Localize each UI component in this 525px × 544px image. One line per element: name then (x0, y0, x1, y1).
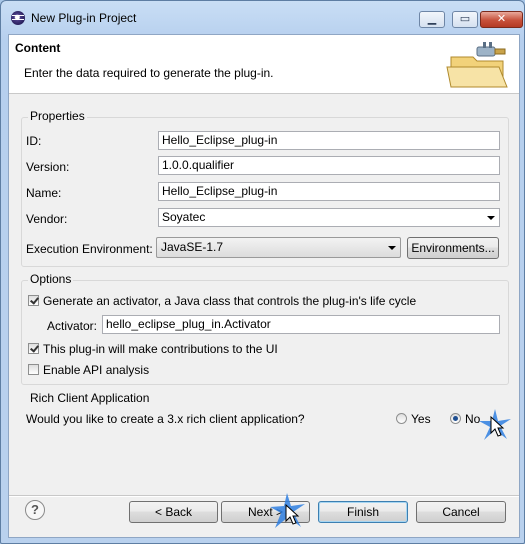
version-field[interactable]: 1.0.0.qualifier (158, 156, 500, 175)
button-bar-separator (9, 495, 519, 497)
name-field[interactable]: Hello_Eclipse_plug-in (158, 182, 500, 201)
rich-client-group-label: Rich Client Application (28, 391, 152, 405)
generate-activator-checkbox[interactable] (28, 295, 39, 306)
click-highlight-icon (479, 409, 511, 440)
vendor-value: Soyatec (162, 210, 206, 224)
back-button[interactable]: < Back (129, 501, 218, 523)
chevron-down-icon[interactable] (487, 216, 495, 220)
ui-contributions-label: This plug-in will make contributions to … (43, 342, 278, 356)
name-label: Name: (26, 186, 62, 200)
title-bar[interactable]: New Plug-in Project ▁ ▭ ✕ (1, 1, 524, 35)
version-label: Version: (26, 160, 70, 174)
environments-button[interactable]: Environments... (407, 237, 499, 259)
generate-activator-label: Generate an activator, a Java class that… (43, 294, 417, 308)
eclipse-icon (11, 11, 25, 25)
help-icon[interactable]: ? (25, 500, 45, 520)
activator-label: Activator: (47, 319, 98, 333)
page-description: Enter the data required to generate the … (24, 66, 274, 80)
cancel-button[interactable]: Cancel (416, 501, 506, 523)
vendor-label: Vendor: (26, 212, 68, 226)
activator-field[interactable]: hello_eclipse_plug_in.Activator (102, 315, 500, 334)
id-field[interactable]: Hello_Eclipse_plug-in (158, 131, 500, 150)
chevron-down-icon[interactable] (388, 246, 396, 250)
maximize-button[interactable]: ▭ (452, 11, 478, 28)
api-analysis-label: Enable API analysis (43, 363, 150, 377)
properties-group-label: Properties (28, 109, 87, 123)
dialog-client-area: Content Enter the data required to gener… (8, 34, 520, 538)
close-button[interactable]: ✕ (480, 11, 523, 28)
window-title: New Plug-in Project (31, 11, 137, 25)
execution-environment-select[interactable]: JavaSE-1.7 (156, 237, 401, 258)
new-plugin-project-window: New Plug-in Project ▁ ▭ ✕ Content Enter … (0, 0, 525, 544)
api-analysis-checkbox[interactable] (28, 364, 39, 375)
options-group-label: Options (28, 272, 74, 286)
minimize-button[interactable]: ▁ (419, 11, 445, 28)
finish-button[interactable]: Finish (318, 501, 408, 523)
ui-contributions-checkbox[interactable] (28, 343, 39, 354)
yes-radio[interactable] (396, 413, 407, 424)
id-label: ID: (26, 134, 42, 148)
wizard-header: Content Enter the data required to gener… (9, 35, 519, 94)
yes-radio-label: Yes (411, 412, 431, 426)
folder-plug-icon (446, 42, 508, 88)
no-radio[interactable] (450, 413, 461, 424)
rich-client-question: Would you like to create a 3.x rich clie… (26, 412, 305, 426)
click-highlight-icon (270, 493, 305, 528)
execution-environment-label: Execution Environment: (26, 242, 153, 256)
execution-environment-value: JavaSE-1.7 (161, 240, 224, 254)
vendor-combo[interactable]: Soyatec (158, 208, 500, 227)
page-title: Content (15, 41, 61, 55)
